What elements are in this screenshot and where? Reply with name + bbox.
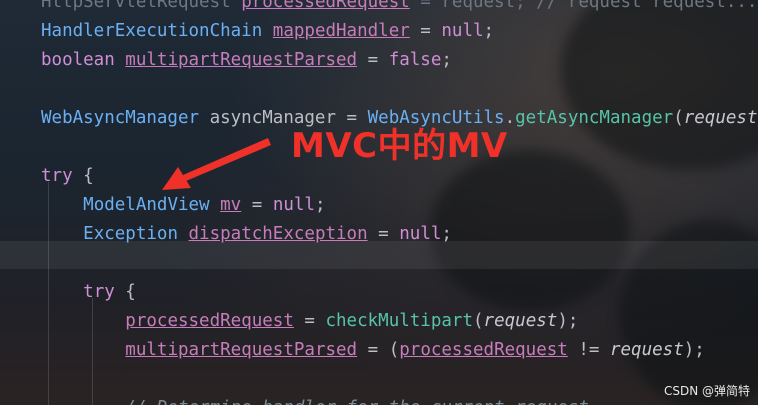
code-line: multipartRequestParsed = (processedReque… — [41, 336, 705, 365]
code-line: ModelAndView mv = null; — [41, 191, 326, 220]
code-token: mv — [220, 195, 242, 215]
code-token: null — [272, 195, 315, 215]
code-token: ( — [673, 108, 684, 128]
code-token: ; — [483, 21, 495, 41]
watermark: CSDN @弹简特 — [663, 384, 750, 398]
code-token: mappedHandler — [272, 21, 410, 41]
code-token: { — [72, 166, 94, 186]
code-token: checkMultipart — [325, 311, 473, 331]
code-line: try { — [41, 278, 136, 307]
code-token: processedRequest — [125, 311, 294, 331]
code-line: boolean multipartRequestParsed = false; — [41, 46, 452, 75]
code-token: multipartRequestParsed — [125, 50, 358, 70]
code-token: null — [441, 21, 484, 41]
code-editor[interactable]: HttpServletRequest processedRequest = re… — [0, 0, 758, 405]
code-token: request — [483, 311, 558, 331]
code-token: dispatchException — [188, 224, 368, 244]
code-token: boolean — [41, 50, 126, 70]
code-token: WebAsyncManager — [41, 108, 210, 128]
code-token: = — [293, 311, 326, 331]
code-token: ; — [314, 195, 326, 215]
code-line: HttpServletRequest processedRequest = re… — [41, 0, 757, 17]
code-token: = ( — [357, 340, 400, 360]
code-line: // Determine handler for the current req… — [41, 394, 599, 405]
code-token: ( — [473, 311, 484, 331]
code-token: = request; // request request... — [409, 0, 758, 12]
code-token: = — [241, 195, 273, 215]
code-token: processedRequest — [399, 340, 568, 360]
code-token: ; — [441, 224, 452, 244]
code-token: request — [683, 108, 758, 128]
code-token: HandlerExecutionChain — [41, 21, 273, 41]
code-line: processedRequest = checkMultipart(reques… — [41, 307, 578, 336]
code-token: try — [83, 282, 115, 302]
code-token: null — [399, 224, 442, 244]
background-foliage — [560, 0, 758, 170]
code-token: { — [114, 282, 136, 302]
code-line: try { — [41, 162, 94, 191]
annotation-label: MVC中的MV — [291, 126, 508, 166]
code-token: = — [409, 21, 442, 41]
code-token: ; — [441, 50, 452, 70]
code-token: processedRequest — [241, 0, 410, 12]
code-token: // Determine handler for the current req… — [41, 398, 599, 405]
code-token: = — [357, 50, 389, 70]
code-line: Exception dispatchException = null; — [41, 220, 452, 249]
code-token: Exception — [83, 224, 189, 244]
code-token: try — [41, 166, 73, 186]
code-line: HandlerExecutionChain mappedHandler = nu… — [41, 17, 494, 46]
code-token: getAsyncManager — [515, 108, 674, 128]
code-token: false — [388, 50, 442, 70]
code-token: ModelAndView — [83, 195, 221, 215]
code-token: = — [367, 224, 400, 244]
code-token: HttpServletRequest — [41, 0, 242, 12]
code-token: request — [609, 340, 684, 360]
background-foliage — [430, 150, 630, 310]
code-token: != — [567, 340, 610, 360]
code-token: multipartRequestParsed — [125, 340, 358, 360]
code-token: ); — [683, 340, 705, 360]
code-token: ); — [557, 311, 579, 331]
